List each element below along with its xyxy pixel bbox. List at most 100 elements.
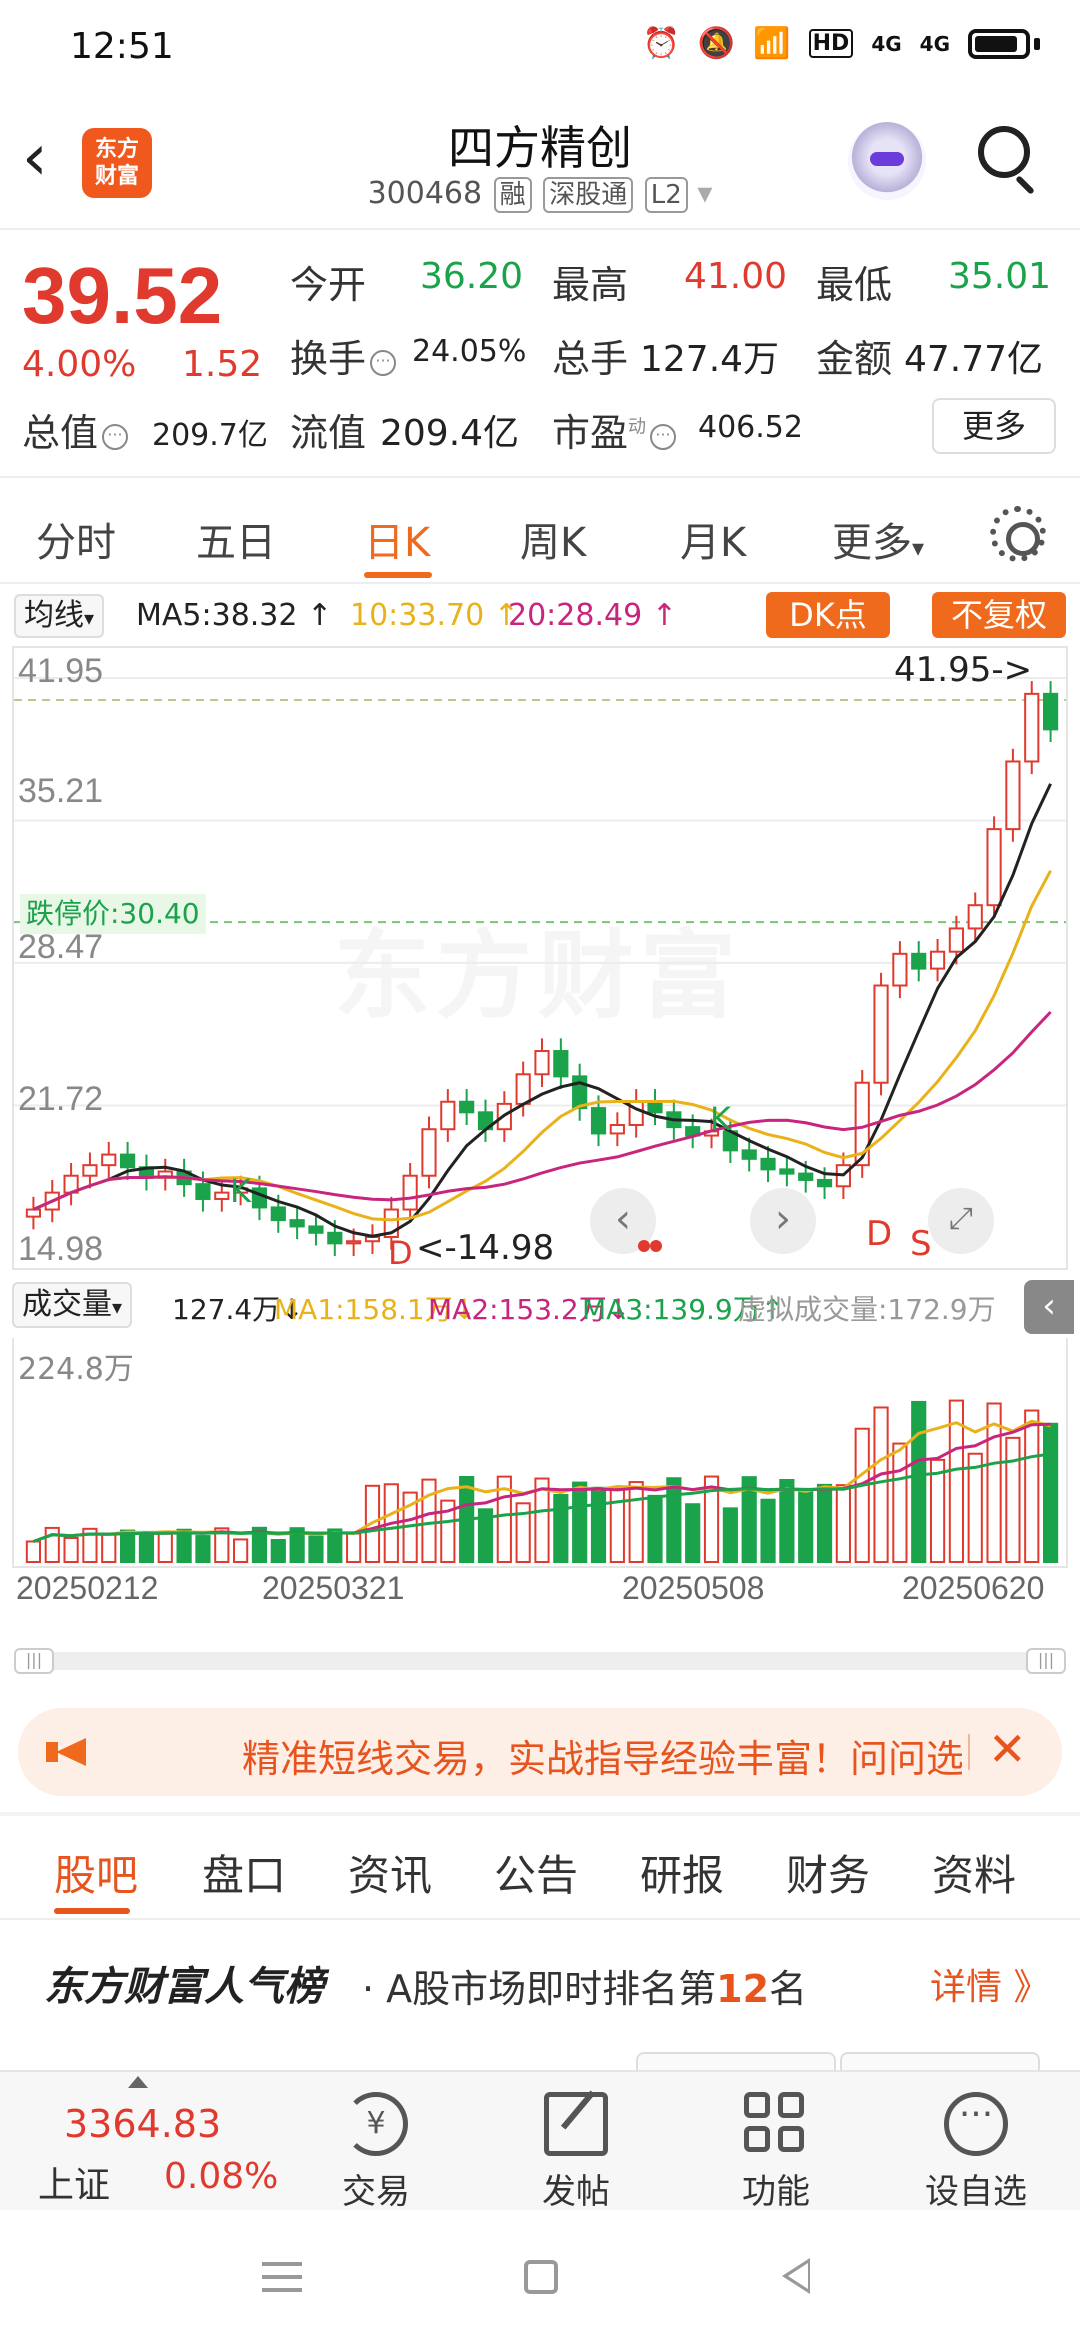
tab-research[interactable]: 研报 [640, 1842, 724, 1903]
candle-body [798, 1172, 814, 1181]
candle-body [515, 1073, 531, 1105]
dk-point-button[interactable]: DK点 [766, 592, 890, 638]
range-handle-left[interactable]: ||| [14, 1648, 54, 1674]
candle-body [440, 1100, 456, 1131]
info-icon[interactable]: ··· [370, 350, 397, 376]
range-scrollbar[interactable]: ||| ||| [14, 1648, 1066, 1674]
candle-body [873, 984, 889, 1084]
index-value: 3364.83 [64, 2102, 222, 2146]
dropdown-icon[interactable]: ▾ [697, 176, 712, 211]
pe-label[interactable]: 市盈动 ··· [552, 402, 680, 457]
tab-forum[interactable]: 股吧 [54, 1842, 138, 1903]
battery-icon [968, 28, 1030, 59]
tab-orderbook[interactable]: 盘口 [202, 1842, 286, 1903]
volume-bar [854, 1427, 870, 1564]
low-label: 最低 [816, 263, 893, 307]
promo-text[interactable]: 精准短线交易，实战指导经验丰富！问问选股 [242, 1728, 962, 1783]
volume-chart[interactable]: 224.8万 [12, 1338, 1068, 1568]
tab-weekly-k[interactable]: 周K [520, 510, 586, 568]
signal-k: K [710, 1100, 731, 1138]
tab-monthly-k[interactable]: 月K [680, 510, 746, 568]
high-value: 41.00 [684, 256, 788, 297]
index-name: 上证 [38, 2165, 111, 2206]
nav-trade[interactable]: ¥ 交易 [306, 2082, 446, 2212]
hd-icon: HD [808, 29, 854, 58]
turnover-label[interactable]: 换手 ··· [290, 328, 400, 383]
wifi-icon: 📶 [753, 26, 791, 61]
nav-functions[interactable]: 功能 [706, 2082, 846, 2212]
candle-body [572, 1075, 588, 1110]
candle-body [816, 1178, 833, 1188]
index-widget[interactable]: 3364.83 上证 0.08% [0, 2072, 290, 2212]
vol-ma1-text: MA1:158.1万 [274, 1293, 453, 1326]
robot-eye [870, 152, 904, 166]
volume-bar [308, 1535, 324, 1564]
robot-assistant-icon[interactable] [848, 122, 926, 200]
volume-select[interactable]: 成交量▾ [12, 1282, 133, 1328]
gear-icon[interactable] [990, 506, 1046, 562]
tab-five-day[interactable]: 五日 [196, 510, 276, 568]
vol-ma2-text: MA2:153.2万 [428, 1293, 607, 1326]
battery-tip [1034, 37, 1040, 50]
menu-icon[interactable] [262, 2262, 302, 2292]
volume-bar [798, 1490, 814, 1563]
rank-detail-link[interactable]: 详情 》 [930, 1958, 1049, 2010]
tab-daily-k[interactable]: 日K [364, 510, 430, 568]
range-handle-right[interactable]: ||| [1026, 1648, 1066, 1674]
back-triangle-icon[interactable] [782, 2258, 810, 2294]
volume-bar [760, 1498, 776, 1563]
vol-ma3-text: MA3:139.9万 [582, 1293, 761, 1326]
candle-body [289, 1219, 305, 1228]
fullscreen-icon[interactable]: ⤢ [928, 1188, 994, 1254]
more-button[interactable]: 更多 [932, 398, 1056, 454]
indicator-select-label: 均线 [24, 598, 84, 633]
y-label: 41.95 [18, 652, 104, 690]
mktcap-label[interactable]: 总值 ··· [22, 402, 132, 457]
period-tabs: 分时 五日 日K 周K 月K 更多▾ [0, 480, 1080, 584]
ma5-text: MA5:38.32 [136, 598, 298, 633]
chart-next-button[interactable]: › [750, 1188, 816, 1254]
tab-announcements[interactable]: 公告 [494, 1842, 578, 1903]
rank-brand: 东方财富人气榜 [44, 1964, 324, 2010]
tab-more-label: 更多 [832, 520, 912, 566]
info-icon[interactable]: ··· [650, 424, 677, 450]
tab-profile[interactable]: 资料 [932, 1842, 1016, 1903]
volume-bar [873, 1406, 889, 1563]
volume-bar [120, 1529, 136, 1564]
ma-line-5 [32, 783, 1052, 1238]
tab-news[interactable]: 资讯 [348, 1842, 432, 1903]
side-panel-handle[interactable]: ‹ [1024, 1280, 1074, 1334]
volume-bar [967, 1452, 983, 1563]
change-amount: 1.52 [182, 344, 263, 385]
info-icon[interactable]: ··· [102, 424, 129, 450]
nav-post[interactable]: 发帖 [506, 2082, 646, 2212]
nav-watchlist[interactable]: ··· 设自选 [906, 2082, 1046, 2212]
candle-body [327, 1231, 343, 1245]
candle-body [948, 927, 964, 953]
nav-watchlist-label: 设自选 [925, 2172, 1027, 2212]
x-label: 20250508 [622, 1570, 765, 1606]
low-value: 35.01 [948, 256, 1052, 297]
search-icon[interactable] [976, 124, 1040, 195]
adjust-button[interactable]: 不复权 [932, 592, 1066, 638]
tab-intraday[interactable]: 分时 [36, 510, 116, 568]
status-bar: 12:51 ⏰ 🔕 📶 HD 4G 4G [0, 0, 1080, 96]
ma5-value: MA5:38.32 ↑ [136, 598, 333, 633]
rank-suffix: 名 [769, 1967, 808, 2011]
signal-d: D [866, 1214, 893, 1254]
candle-body [553, 1050, 569, 1078]
kline-chart[interactable]: 东方财富 41.95 35.21 28.47 21.72 14.98 跌停价:3… [12, 646, 1068, 1270]
partial-content-row [0, 2042, 1080, 2072]
promo-banner[interactable]: 精准短线交易，实战指导经验丰富！问问选股 ✕ [18, 1708, 1062, 1796]
x-label: 20250620 [902, 1570, 1045, 1606]
tab-more[interactable]: 更多▾ [832, 510, 924, 568]
home-icon[interactable] [524, 2260, 558, 2294]
indicator-select[interactable]: 均线▾ [14, 594, 105, 638]
turnover-label-text: 换手 [290, 337, 367, 381]
volume-label: 总手 [552, 337, 629, 381]
close-icon[interactable]: ✕ [988, 1722, 1027, 1776]
volume-value: 127.4万 [640, 339, 780, 380]
tab-financials[interactable]: 财务 [786, 1842, 870, 1903]
candle-body [25, 1208, 42, 1218]
popularity-rank[interactable]: 东方财富人气榜 · A股市场即时排名第12名 详情 》 [0, 1922, 1080, 2042]
